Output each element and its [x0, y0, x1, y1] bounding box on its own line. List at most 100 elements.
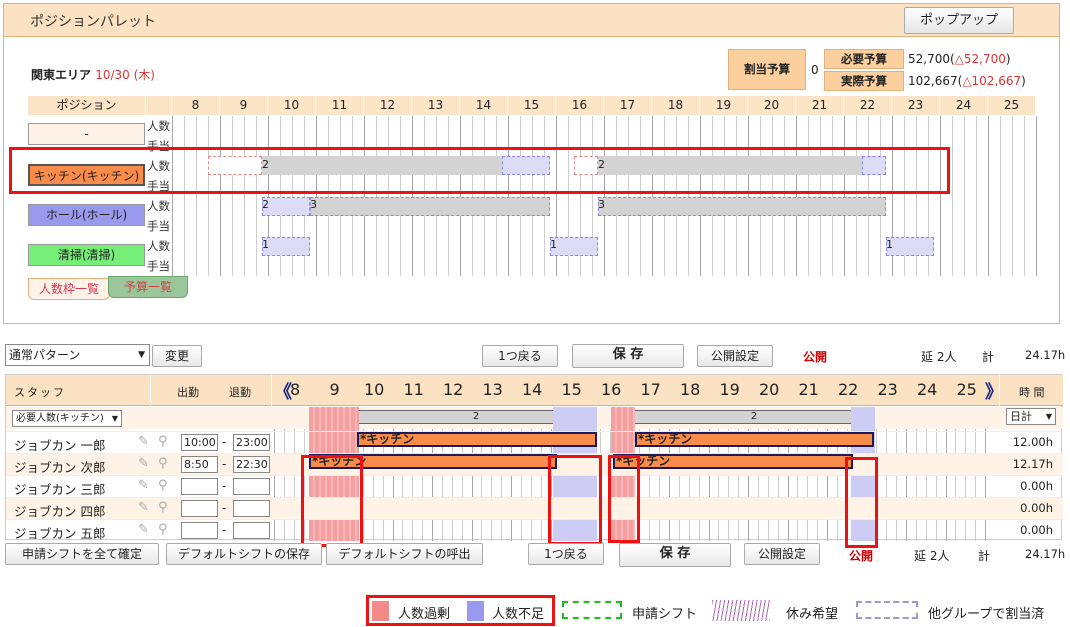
out-time-input[interactable]: 22:30	[233, 456, 270, 473]
popup-button[interactable]: ポップアップ	[904, 7, 1014, 34]
grid-line	[424, 116, 425, 276]
need-bar: 2	[634, 410, 874, 424]
publish-settings-button[interactable]: 公開設定	[744, 543, 820, 565]
shift-bar[interactable]: *キッチン	[357, 432, 597, 447]
hour-label: 21	[798, 380, 819, 399]
in-time-input[interactable]: 10:00	[181, 434, 218, 451]
short-highlight	[548, 455, 602, 545]
time-header: 時 間	[1019, 386, 1045, 399]
staff-name[interactable]: ジョブカン 一郎	[14, 435, 105, 454]
grid-line	[520, 116, 521, 276]
tab-budget[interactable]: 予算一覧	[108, 276, 188, 298]
out-header: 退勤	[229, 386, 251, 399]
pencil-icon[interactable]: ✎	[138, 478, 149, 493]
out-time-input[interactable]	[233, 522, 270, 539]
grid-line	[724, 116, 725, 276]
pencil-icon[interactable]: ✎	[138, 500, 149, 515]
grid-line	[820, 116, 821, 276]
clip-icon[interactable]: ⚲	[158, 478, 168, 493]
clip-icon[interactable]: ⚲	[158, 500, 168, 515]
legend-short: 人数不足	[492, 607, 545, 622]
save-default-button[interactable]: デフォルトシフトの保存	[166, 543, 322, 565]
hall-count: 3	[310, 198, 317, 211]
clip-icon[interactable]: ⚲	[158, 434, 168, 449]
time-separator: -	[222, 457, 227, 471]
hour-label: 8	[290, 380, 301, 399]
need-select[interactable]: 必要人数(キッチン) ▼	[12, 410, 122, 427]
publish-link[interactable]: 公開	[803, 348, 827, 365]
position-none[interactable]: -	[28, 123, 145, 145]
publish-settings-button[interactable]: 公開設定	[697, 345, 773, 367]
hour-cell: 16	[556, 96, 604, 115]
position-cleaning[interactable]: 清掃(清掃)	[28, 244, 145, 266]
save-button[interactable]: 保 存	[572, 344, 684, 368]
staff-name[interactable]: ジョブカン 五郎	[14, 523, 105, 542]
cleaning-short-segment	[262, 237, 310, 256]
tab-headcount[interactable]: 人数枠一覧	[28, 278, 110, 300]
grid-line	[1012, 116, 1013, 276]
pattern-select[interactable]: 通常パターン ▼	[5, 344, 150, 366]
short-swatch	[467, 601, 484, 621]
pencil-icon[interactable]: ✎	[138, 522, 149, 537]
grid-line	[472, 116, 473, 276]
hall-need-bar	[310, 197, 550, 216]
out-time-input[interactable]: 23:00	[233, 434, 270, 451]
out-time-input[interactable]	[233, 478, 270, 495]
out-time-input[interactable]	[233, 500, 270, 517]
hour-cell: 8	[172, 96, 220, 115]
publish-link[interactable]: 公開	[849, 547, 873, 564]
grid-line	[544, 116, 545, 276]
in-time-input[interactable]	[181, 522, 218, 539]
staff-name[interactable]: ジョブカン 三郎	[14, 479, 105, 498]
actual-budget-label: 実際予算	[824, 71, 904, 91]
cleaning-count: 1	[886, 238, 893, 251]
grid-line	[784, 116, 785, 276]
hall-need-bar	[598, 197, 886, 216]
row-sub-allowance: 手当	[147, 259, 170, 273]
hour-label: 24	[917, 380, 938, 399]
cleaning-short-segment	[550, 237, 598, 256]
undo-button[interactable]: 1つ戻る	[528, 543, 604, 565]
grid-line	[796, 116, 797, 276]
change-button[interactable]: 変更	[152, 345, 202, 367]
chevron-down-icon: ▼	[1045, 412, 1052, 421]
grid-line	[232, 116, 233, 276]
daily-select[interactable]: 日計 ▼	[1006, 408, 1056, 425]
hour-label: 11	[403, 380, 424, 399]
clip-icon[interactable]: ⚲	[158, 456, 168, 471]
in-time-input[interactable]: 8:50	[181, 456, 218, 473]
staff-row: ジョブカン 三郎 ✎ ⚲ - 0.00h	[6, 475, 1063, 497]
legend-other: 他グループで割当済	[928, 607, 1045, 622]
palette-header: ポジションパレット ポップアップ	[4, 4, 1059, 37]
grid-line	[940, 116, 941, 276]
save-button[interactable]: 保 存	[619, 543, 731, 567]
in-out-header-cell: 出勤 退勤	[151, 375, 271, 406]
staff-name[interactable]: ジョブカン 四郎	[14, 501, 105, 520]
grid-line	[1000, 116, 1001, 276]
total-hours: 24.17h	[1025, 348, 1066, 362]
budget-label: 割当予算	[728, 49, 806, 90]
chevron-down-icon: ▼	[138, 350, 145, 360]
row-sub-count: 人数	[147, 119, 170, 133]
staff-name[interactable]: ジョブカン 次郎	[14, 457, 105, 476]
in-time-input[interactable]	[181, 500, 218, 517]
total-label: 計	[982, 350, 995, 364]
time-header-cell: 時 間	[1000, 375, 1063, 406]
load-default-button[interactable]: デフォルトシフトの呼出	[326, 543, 483, 565]
undo-button[interactable]: 1つ戻る	[482, 345, 558, 367]
in-time-input[interactable]	[181, 478, 218, 495]
shift-bar[interactable]: *キッチン	[635, 432, 874, 447]
confirm-all-button[interactable]: 申請シフトを全て確定	[5, 543, 159, 565]
next-arrow-icon[interactable]: 》	[985, 378, 1003, 404]
pencil-icon[interactable]: ✎	[138, 434, 149, 449]
staff-header-cell: スタッフ	[6, 375, 150, 406]
grid-line	[340, 116, 341, 276]
position-hall[interactable]: ホール(ホール)	[28, 204, 145, 226]
hour-label: 12	[443, 380, 464, 399]
required-budget: 52,700(△52,700)	[908, 52, 1011, 66]
grid-line	[628, 116, 629, 276]
total-hours: 24.17h	[1025, 547, 1066, 561]
clip-icon[interactable]: ⚲	[158, 522, 168, 537]
pencil-icon[interactable]: ✎	[138, 456, 149, 471]
shift-bar[interactable]: *キッチン	[613, 454, 853, 469]
